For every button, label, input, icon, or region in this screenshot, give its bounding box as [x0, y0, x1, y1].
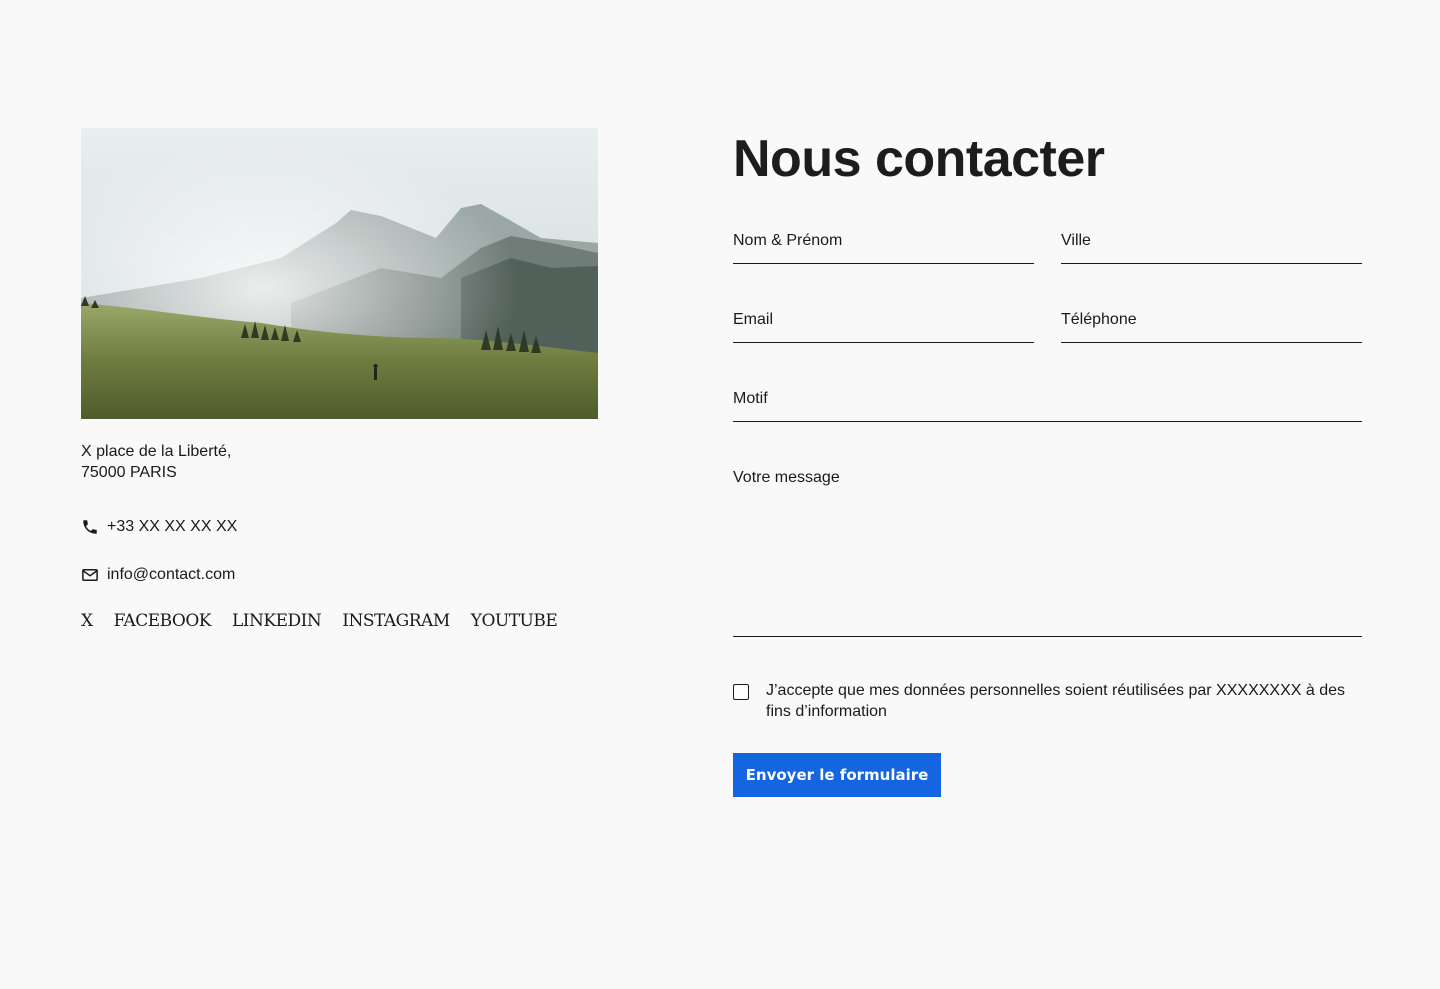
form-row-email-phone [733, 311, 1362, 343]
mail-icon [82, 569, 98, 581]
phone-input[interactable] [1061, 311, 1362, 329]
reason-field-wrapper [733, 390, 1362, 422]
name-input[interactable] [733, 232, 1034, 250]
message-field-wrapper [733, 469, 1362, 637]
email-field-wrapper [733, 311, 1034, 343]
social-link-linkedin[interactable]: LINKEDIN [232, 611, 322, 631]
submit-button[interactable]: Envoyer le formulaire [733, 753, 941, 797]
phone-contact[interactable]: +33 XX XX XX XX [81, 518, 598, 536]
message-textarea[interactable] [733, 469, 1362, 619]
email-address: info@contact.com [107, 566, 236, 583]
city-field-wrapper [1061, 232, 1362, 264]
social-link-youtube[interactable]: YOUTUBE [471, 611, 558, 631]
phone-icon [83, 520, 97, 534]
phone-field-wrapper [1061, 311, 1362, 343]
email-input[interactable] [733, 311, 1034, 329]
consent-label: J’accepte que mes données personnelles s… [766, 682, 1346, 720]
form-row-message [733, 469, 1362, 637]
form-row-name-city [733, 232, 1362, 264]
name-field-wrapper [733, 232, 1034, 264]
social-link-instagram[interactable]: INSTAGRAM [342, 611, 450, 631]
contact-info-panel: X place de la Liberté, 75000 PARIS +33 X… [81, 128, 598, 631]
social-link-x[interactable]: X [81, 611, 93, 631]
landscape-image [81, 128, 598, 419]
address-line-1: X place de la Liberté, [81, 443, 232, 460]
postal-address: X place de la Liberté, 75000 PARIS [81, 441, 598, 483]
address-line-2: 75000 PARIS [81, 464, 177, 481]
city-input[interactable] [1061, 232, 1362, 250]
page-title: Nous contacter [733, 130, 1105, 188]
email-contact[interactable]: info@contact.com [81, 566, 598, 584]
reason-input[interactable] [733, 390, 1362, 408]
social-link-facebook[interactable]: FACEBOOK [114, 611, 212, 631]
consent-row: J’accepte que mes données personnelles s… [733, 680, 1362, 722]
form-row-reason [733, 390, 1362, 422]
consent-checkbox[interactable] [733, 684, 749, 700]
social-links: X FACEBOOK LINKEDIN INSTAGRAM YOUTUBE [81, 611, 598, 631]
phone-number: +33 XX XX XX XX [107, 518, 238, 535]
contact-form: Nous contacter J’accepte que mes données… [733, 128, 1362, 797]
